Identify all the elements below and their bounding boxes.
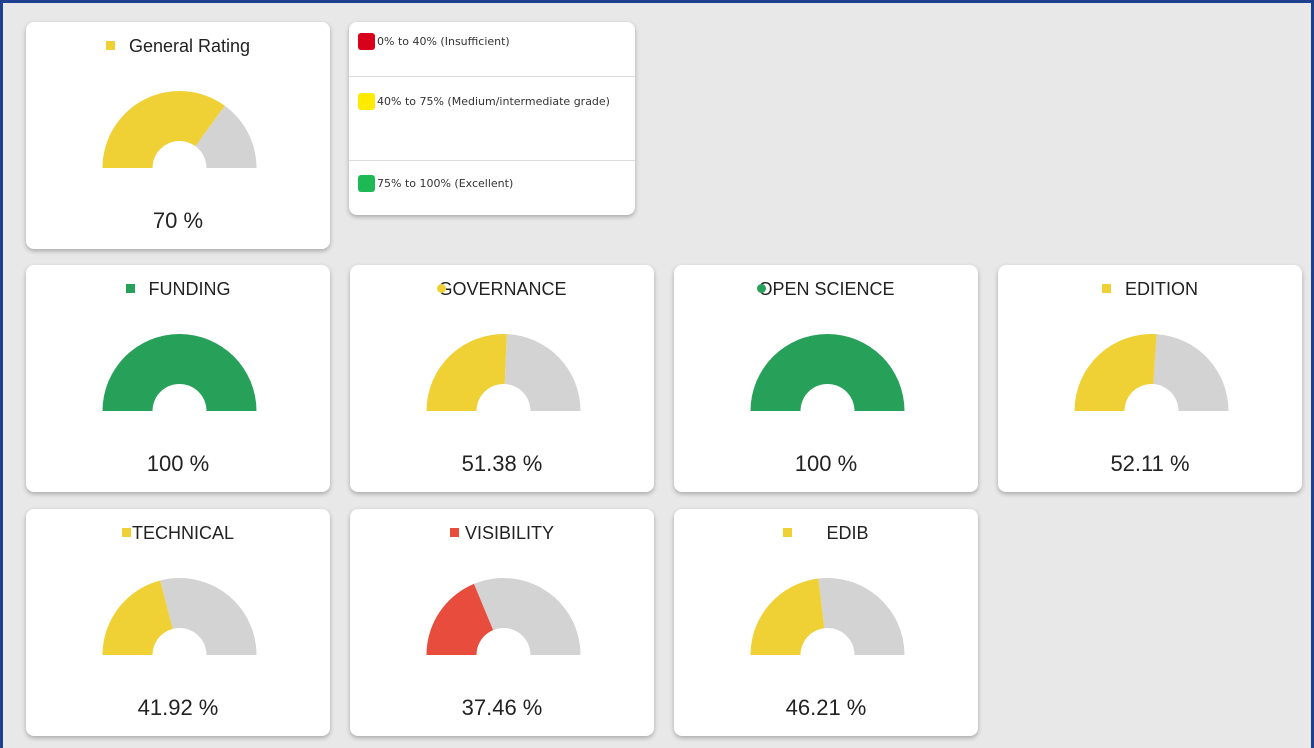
- green-square-icon: [125, 284, 135, 293]
- gauge-track: [160, 578, 257, 655]
- gauge-chart: [750, 578, 905, 655]
- legend-item-medium: 40% to 75% (Medium/intermediate grade): [349, 93, 635, 110]
- legend-item-excellent: 75% to 100% (Excellent): [349, 175, 635, 192]
- yellow-square-icon: [783, 528, 793, 537]
- gauge-chart: [750, 334, 905, 411]
- card-value: 52.11 %: [1110, 451, 1190, 476]
- card-edition: EDITION 52.11 %: [998, 265, 1302, 492]
- legend-divider: [349, 76, 635, 77]
- legend-item-insufficient: 0% to 40% (Insufficient): [349, 33, 635, 50]
- card-title-text: FUNDING: [148, 279, 231, 299]
- card-general-rating: General Rating 70 %: [26, 22, 330, 249]
- yellow-square-icon: [1101, 284, 1111, 293]
- gauge-chart: [426, 578, 581, 655]
- card-value: 100 %: [146, 451, 210, 476]
- card-title: OPEN SCIENCE: [674, 279, 978, 300]
- card-funding: FUNDING 100 %: [26, 265, 330, 492]
- gauge-track: [1153, 334, 1229, 411]
- gauge-fill: [1074, 334, 1157, 411]
- gauge-chart: [102, 90, 257, 168]
- excellent-swatch-icon: [358, 175, 375, 192]
- gauge-chart: [426, 334, 581, 411]
- card-technical: TECHNICAL 41.92 %: [26, 509, 330, 736]
- legend-divider: [349, 160, 635, 161]
- card-value: 70 %: [152, 208, 204, 233]
- gauge-chart: [102, 578, 257, 655]
- gauge-fill: [426, 334, 507, 411]
- card-title: TECHNICAL: [26, 523, 330, 544]
- card-title-text: GOVERNANCE: [438, 279, 567, 299]
- gauge-track: [504, 334, 581, 411]
- card-title: GOVERNANCE: [350, 279, 654, 300]
- card-title-text: TECHNICAL: [131, 523, 234, 543]
- card-title-text: OPEN SCIENCE: [758, 279, 895, 299]
- card-title: EDIB: [674, 523, 978, 544]
- gauge-chart: [1074, 334, 1229, 411]
- card-value: 100 %: [794, 451, 858, 476]
- card-governance: GOVERNANCE 51.38 %: [350, 265, 654, 492]
- card-title-text: EDITION: [1124, 279, 1198, 299]
- card-value: 46.21 %: [785, 695, 867, 720]
- card-edib: EDIB 46.21 %: [674, 509, 978, 736]
- medium-swatch-icon: [358, 93, 375, 110]
- gauge-track: [473, 578, 581, 655]
- card-value: 37.46 %: [461, 695, 543, 720]
- red-square-icon: [449, 528, 459, 537]
- card-open-science: OPEN SCIENCE 100 %: [674, 265, 978, 492]
- card-value: 41.92 %: [137, 695, 219, 720]
- gauge-track: [818, 578, 905, 655]
- gauge-fill: [750, 334, 905, 411]
- legend-label: 0% to 40% (Insufficient): [377, 35, 510, 48]
- legend-label: 75% to 100% (Excellent): [377, 177, 514, 190]
- card-title: General Rating: [26, 36, 330, 57]
- card-title-text: VISIBILITY: [464, 523, 555, 543]
- card-title-text: General Rating: [128, 36, 251, 56]
- gauge-chart: [102, 334, 257, 411]
- card-value: 51.38 %: [461, 451, 543, 476]
- yellow-square-icon: [105, 41, 115, 50]
- yellow-square-icon: [121, 528, 131, 537]
- rating-legend: 0% to 40% (Insufficient) 40% to 75% (Med…: [349, 22, 635, 215]
- card-title: VISIBILITY: [350, 523, 654, 544]
- insufficient-swatch-icon: [358, 33, 375, 50]
- card-title: FUNDING: [26, 279, 330, 300]
- card-title: EDITION: [998, 279, 1302, 300]
- gauge-fill: [750, 578, 825, 655]
- card-title-text: EDIB: [826, 523, 869, 543]
- gauge-fill: [102, 334, 257, 411]
- card-visibility: VISIBILITY 37.46 %: [350, 509, 654, 736]
- gauge-fill: [102, 580, 173, 655]
- legend-label: 40% to 75% (Medium/intermediate grade): [377, 95, 610, 108]
